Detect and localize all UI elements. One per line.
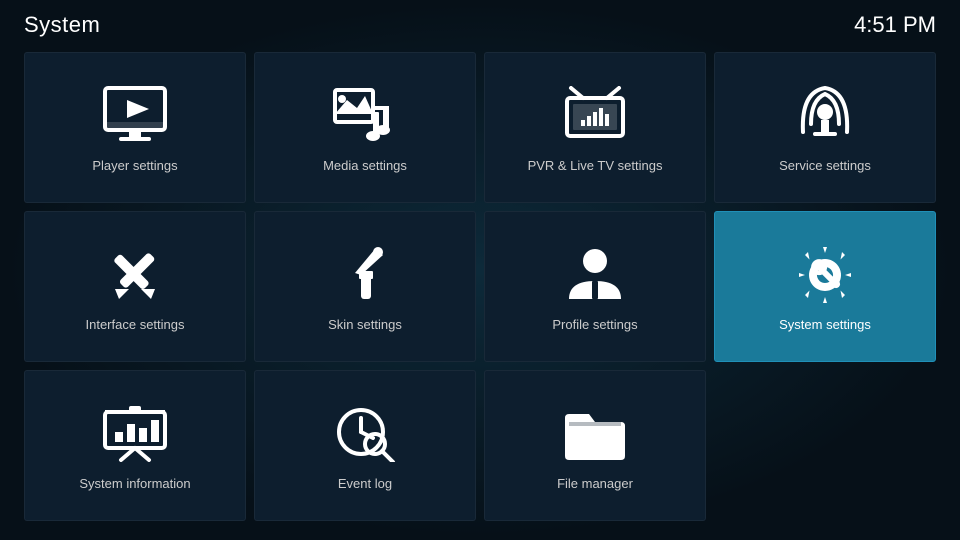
grid-item-profile-settings[interactable]: Profile settings [484, 211, 706, 362]
pvr-settings-icon [560, 83, 630, 148]
settings-grid: Player settings [0, 46, 960, 531]
app-container: System 4:51 PM Player settings [0, 0, 960, 540]
grid-item-interface-settings[interactable]: Interface settings [24, 211, 246, 362]
interface-settings-icon [100, 242, 170, 307]
media-settings-label: Media settings [315, 158, 415, 173]
skin-settings-icon [330, 242, 400, 307]
system-information-icon [100, 401, 170, 466]
grid-item-service-settings[interactable]: Service settings [714, 52, 936, 203]
event-log-icon [330, 401, 400, 466]
grid-item-system-information[interactable]: System information [24, 370, 246, 521]
system-information-label: System information [71, 476, 198, 491]
profile-settings-icon [560, 242, 630, 307]
grid-item-event-log[interactable]: Event log [254, 370, 476, 521]
skin-settings-label: Skin settings [320, 317, 410, 332]
player-settings-icon [100, 83, 170, 148]
media-settings-icon [330, 83, 400, 148]
grid-item-file-manager[interactable]: File manager [484, 370, 706, 521]
system-settings-label: System settings [771, 317, 879, 332]
header: System 4:51 PM [0, 0, 960, 46]
grid-item-system-settings[interactable]: System settings [714, 211, 936, 362]
grid-item-pvr-settings[interactable]: PVR & Live TV settings [484, 52, 706, 203]
grid-item-empty [714, 370, 936, 521]
grid-item-media-settings[interactable]: Media settings [254, 52, 476, 203]
player-settings-label: Player settings [84, 158, 185, 173]
service-settings-icon [790, 83, 860, 148]
service-settings-label: Service settings [771, 158, 879, 173]
app-title: System [24, 12, 100, 38]
file-manager-icon [560, 401, 630, 466]
pvr-settings-label: PVR & Live TV settings [520, 158, 671, 173]
file-manager-label: File manager [549, 476, 641, 491]
system-settings-icon [790, 242, 860, 307]
grid-item-player-settings[interactable]: Player settings [24, 52, 246, 203]
event-log-label: Event log [330, 476, 400, 491]
clock: 4:51 PM [854, 12, 936, 38]
grid-item-skin-settings[interactable]: Skin settings [254, 211, 476, 362]
interface-settings-label: Interface settings [78, 317, 193, 332]
profile-settings-label: Profile settings [544, 317, 645, 332]
